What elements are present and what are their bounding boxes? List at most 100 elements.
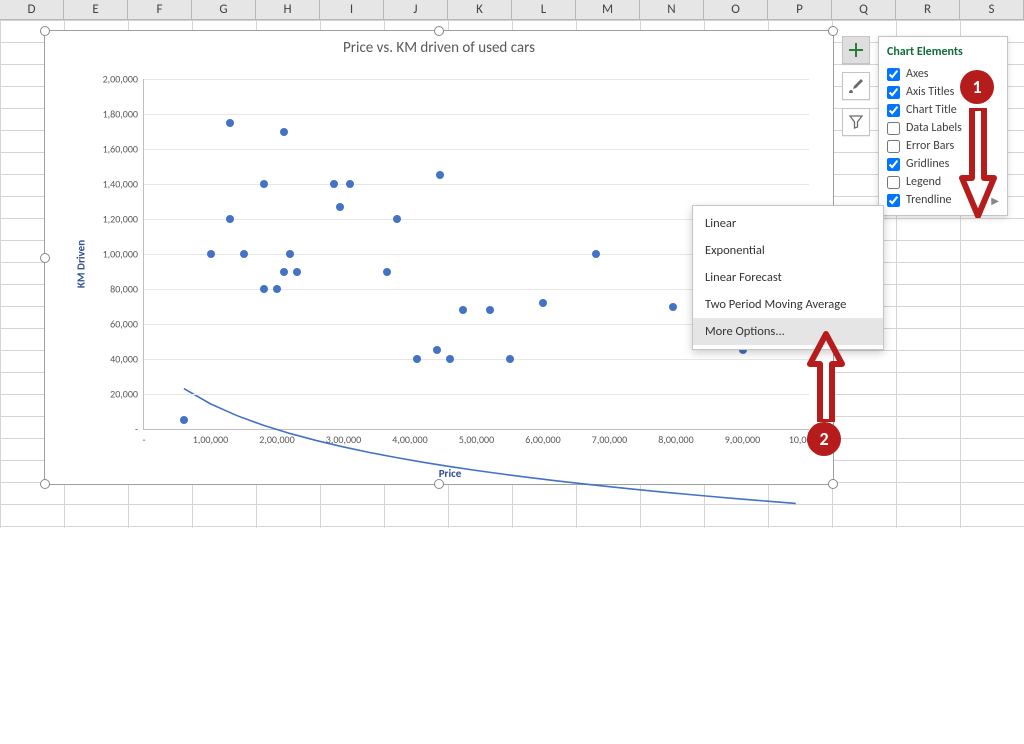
callout-badge-1: 1 — [960, 70, 994, 104]
chart-mini-toolbar — [842, 36, 870, 136]
menu-item[interactable]: Two Period Moving Average — [693, 291, 883, 318]
col-header[interactable]: D — [0, 0, 64, 19]
arrow-up-icon — [806, 330, 846, 422]
col-header[interactable]: P — [768, 0, 832, 19]
data-point[interactable] — [539, 299, 547, 307]
col-header[interactable]: Q — [832, 0, 896, 19]
gridline — [144, 359, 809, 360]
resize-handle[interactable] — [40, 479, 50, 489]
checkbox[interactable] — [887, 176, 900, 189]
y-tick-label: 1,20,000 — [103, 213, 144, 226]
x-tick-label: - — [142, 429, 145, 446]
y-tick-label: 20,000 — [110, 388, 144, 401]
col-header[interactable]: M — [576, 0, 640, 19]
data-point[interactable] — [413, 355, 421, 363]
x-tick-label: 2,00,000 — [259, 429, 294, 446]
data-point[interactable] — [260, 285, 268, 293]
gridline — [144, 79, 809, 80]
menu-item[interactable]: More Options... — [693, 318, 883, 345]
y-tick-label: 80,000 — [110, 283, 144, 296]
checkbox[interactable] — [887, 68, 900, 81]
chart-filters-button[interactable] — [842, 108, 870, 136]
col-header[interactable]: S — [960, 0, 1024, 19]
x-tick-label: 3,00,000 — [326, 429, 361, 446]
x-tick-label: 6,00,000 — [525, 429, 560, 446]
plus-icon — [848, 42, 864, 58]
col-header[interactable]: K — [448, 0, 512, 19]
menu-item[interactable]: Linear — [693, 210, 883, 237]
gridline — [144, 394, 809, 395]
y-tick-label: 2,00,000 — [103, 73, 144, 86]
checkbox[interactable] — [887, 194, 900, 207]
data-point[interactable] — [240, 250, 248, 258]
y-axis-title[interactable]: KM Driven — [75, 239, 88, 287]
resize-handle[interactable] — [828, 479, 838, 489]
data-point[interactable] — [260, 180, 268, 188]
data-point[interactable] — [207, 250, 215, 258]
data-point[interactable] — [486, 306, 494, 314]
x-tick-label: 4,00,000 — [392, 429, 427, 446]
col-header[interactable]: E — [64, 0, 128, 19]
chart-element-label: Axes — [906, 67, 929, 81]
resize-handle[interactable] — [828, 26, 838, 36]
data-point[interactable] — [330, 180, 338, 188]
arrow-down-icon — [958, 108, 998, 218]
checkbox[interactable] — [887, 104, 900, 117]
chart-element-label: Legend — [906, 175, 941, 189]
data-point[interactable] — [273, 285, 281, 293]
resize-handle[interactable] — [40, 26, 50, 36]
col-header[interactable]: J — [384, 0, 448, 19]
column-headers: D E F G H I J K L M N O P Q R S — [0, 0, 1024, 20]
callout-badge-2: 2 — [807, 422, 841, 456]
col-header[interactable]: N — [640, 0, 704, 19]
flyout-header: Chart Elements — [881, 43, 1005, 65]
data-point[interactable] — [383, 268, 391, 276]
y-tick-label: 1,00,000 — [103, 248, 144, 261]
data-point[interactable] — [393, 215, 401, 223]
menu-item[interactable]: Exponential — [693, 237, 883, 264]
gridline — [144, 149, 809, 150]
x-tick-label: 1,00,000 — [193, 429, 228, 446]
checkbox[interactable] — [887, 158, 900, 171]
chart-styles-button[interactable] — [842, 72, 870, 100]
brush-icon — [848, 78, 864, 94]
col-header[interactable]: G — [192, 0, 256, 19]
data-point[interactable] — [669, 303, 677, 311]
chart-element-label: Axis Titles — [906, 85, 954, 99]
y-tick-label: 1,80,000 — [103, 108, 144, 121]
chart-element-label: Trendline — [906, 193, 952, 207]
menu-item[interactable]: Linear Forecast — [693, 264, 883, 291]
checkbox[interactable] — [887, 140, 900, 153]
data-point[interactable] — [280, 128, 288, 136]
col-header[interactable]: L — [512, 0, 576, 19]
resize-handle[interactable] — [434, 26, 444, 36]
funnel-icon — [848, 114, 864, 130]
resize-handle[interactable] — [40, 253, 50, 263]
trendline-submenu: LinearExponentialLinear ForecastTwo Peri… — [692, 205, 884, 350]
x-tick-label: 5,00,000 — [459, 429, 494, 446]
data-point[interactable] — [446, 355, 454, 363]
y-tick-label: 1,40,000 — [103, 178, 144, 191]
col-header[interactable]: I — [320, 0, 384, 19]
chart-elements-button[interactable] — [842, 36, 870, 64]
gridline — [144, 184, 809, 185]
y-tick-label: 40,000 — [110, 353, 144, 366]
data-point[interactable] — [433, 346, 441, 354]
y-tick-label: 1,60,000 — [103, 143, 144, 156]
data-point[interactable] — [280, 268, 288, 276]
col-header[interactable]: O — [704, 0, 768, 19]
checkbox[interactable] — [887, 122, 900, 135]
chart-element-label: Chart Title — [906, 103, 957, 117]
x-tick-label: 7,00,000 — [592, 429, 627, 446]
y-tick-label: 60,000 — [110, 318, 144, 331]
col-header[interactable]: F — [128, 0, 192, 19]
col-header[interactable]: H — [256, 0, 320, 19]
data-point[interactable] — [506, 355, 514, 363]
data-point[interactable] — [293, 268, 301, 276]
checkbox[interactable] — [887, 86, 900, 99]
data-point[interactable] — [336, 203, 344, 211]
trendline[interactable] — [144, 79, 809, 744]
chart-element-label: Gridlines — [906, 157, 949, 171]
x-tick-label: 9,00,000 — [725, 429, 760, 446]
col-header[interactable]: R — [896, 0, 960, 19]
